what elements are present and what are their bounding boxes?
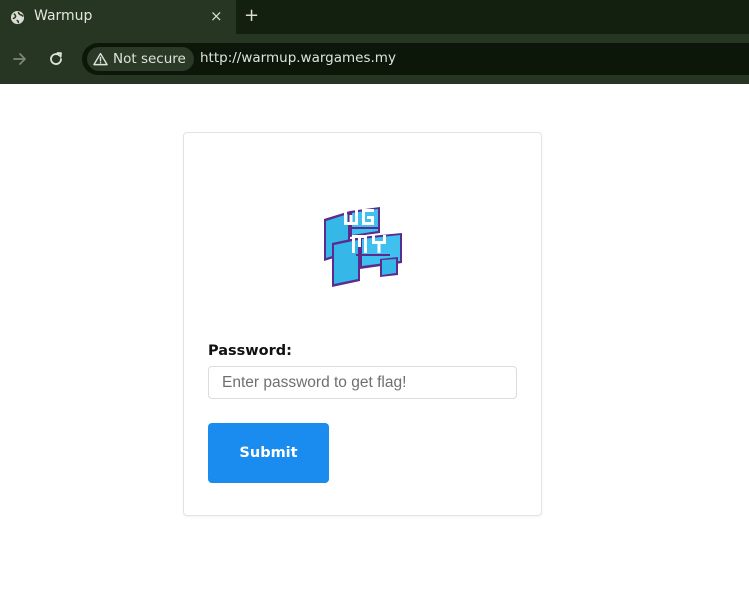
globe-icon bbox=[10, 10, 25, 25]
reload-icon[interactable] bbox=[47, 50, 65, 68]
arrow-right-icon[interactable] bbox=[11, 50, 29, 68]
password-label: Password: bbox=[208, 343, 292, 359]
browser-toolbar: Not secure http://warmup.wargames.my bbox=[0, 34, 749, 84]
new-tab-button[interactable]: + bbox=[244, 6, 259, 26]
url-text[interactable]: http://warmup.wargames.my bbox=[200, 50, 396, 66]
browser-tab-strip: Warmup × + bbox=[0, 0, 749, 34]
submit-button[interactable]: Submit bbox=[208, 423, 329, 483]
wgmy-logo bbox=[324, 207, 402, 287]
address-bar[interactable]: Not secure http://warmup.wargames.my bbox=[82, 43, 749, 75]
browser-tab-warmup[interactable]: Warmup × bbox=[0, 0, 236, 34]
security-chip[interactable]: Not secure bbox=[87, 47, 194, 71]
login-card: Password: Submit bbox=[183, 132, 542, 516]
password-input[interactable] bbox=[208, 366, 517, 399]
security-chip-label: Not secure bbox=[113, 51, 186, 67]
tab-close-button[interactable]: × bbox=[210, 7, 223, 25]
warning-triangle-icon bbox=[93, 52, 108, 66]
tab-title: Warmup bbox=[34, 8, 93, 24]
